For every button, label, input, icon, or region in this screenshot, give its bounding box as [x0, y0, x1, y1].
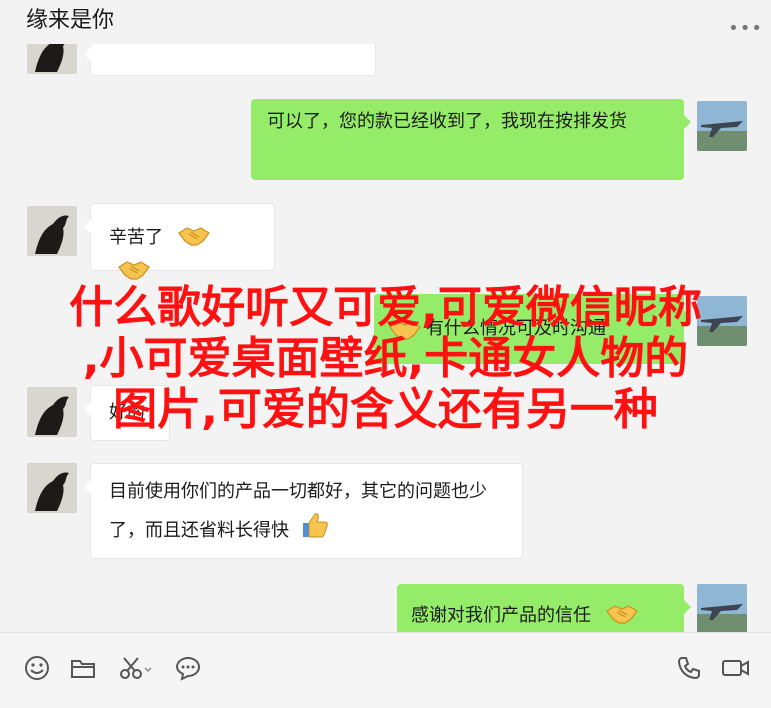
- phone-icon[interactable]: [676, 655, 702, 681]
- more-dots-icon[interactable]: •••: [728, 20, 763, 38]
- message-bubble-left[interactable]: [84, 44, 376, 76]
- overlay-line: 图片,可爱的含义还有另一种: [113, 384, 658, 435]
- horse-avatar[interactable]: [27, 206, 77, 256]
- message-text: 感谢对我们产品的信任: [411, 605, 591, 626]
- jet-avatar[interactable]: [697, 584, 747, 632]
- chat-title: 缘来是你: [26, 8, 115, 33]
- message-text: 辛苦了: [109, 227, 163, 248]
- chat-header: 缘来是你 •••: [0, 0, 771, 44]
- thumbs-up-emoji: [299, 510, 329, 553]
- message-bubble-right[interactable]: 感谢对我们产品的信任: [397, 584, 691, 632]
- handshake-emoji: [177, 225, 211, 257]
- overlay-line: 什么歌好听又可爱,可爱微信昵称: [69, 282, 702, 333]
- horse-avatar[interactable]: [27, 463, 77, 513]
- horse-avatar[interactable]: [27, 44, 77, 74]
- message-bubble-right[interactable]: 可以了，您的款已经收到了，我现在按排发货: [251, 99, 691, 180]
- message-bubble-left[interactable]: 目前使用你们的产品一切都好，其它的问题也少了，而且还省料长得快: [84, 463, 523, 559]
- video-icon[interactable]: [721, 655, 751, 681]
- chat-bubble-icon[interactable]: [175, 655, 201, 681]
- message-bubble-left[interactable]: 辛苦了: [84, 203, 275, 280]
- emoji-icon[interactable]: [24, 655, 50, 681]
- message-text: 可以了，您的款已经收到了，我现在按排发货: [267, 111, 627, 132]
- overlay-line: ,小可爱桌面壁纸,卡通女人物的: [82, 333, 689, 384]
- jet-avatar[interactable]: [697, 101, 747, 151]
- handshake-emoji: [605, 603, 639, 632]
- folder-icon[interactable]: [70, 655, 96, 681]
- overlay-caption: 什么歌好听又可爱,可爱微信昵称 ,小可爱桌面壁纸,卡通女人物的 图片,可爱的含义…: [0, 282, 771, 435]
- input-toolbar: [0, 632, 771, 708]
- scissors-icon[interactable]: [118, 655, 152, 681]
